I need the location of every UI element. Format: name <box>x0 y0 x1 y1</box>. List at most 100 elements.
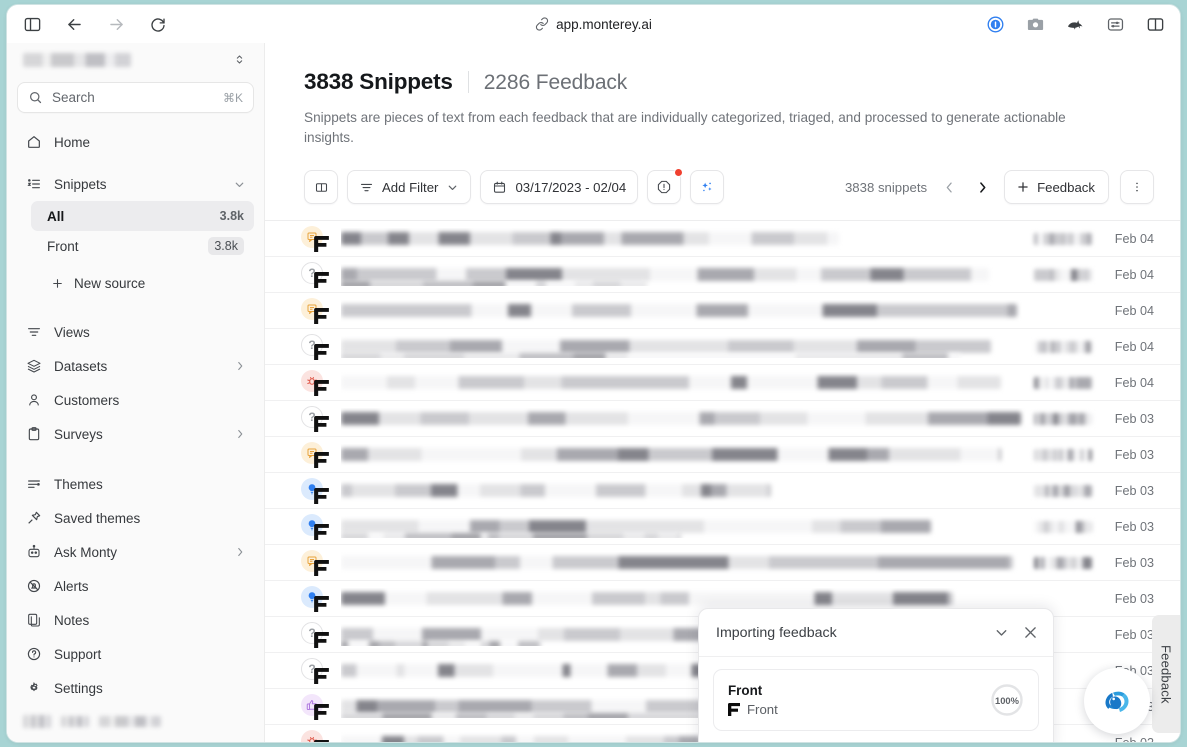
sidebar-item-themes[interactable]: Themes <box>17 467 254 501</box>
reload-icon[interactable] <box>145 11 171 37</box>
new-source-label: New source <box>74 275 146 291</box>
columns-toggle-button[interactable] <box>304 170 338 204</box>
redacted-line <box>341 375 1001 389</box>
table-row[interactable]: ? Feb 03 <box>265 401 1180 437</box>
close-icon[interactable] <box>1022 624 1039 641</box>
table-row[interactable]: Feb 04 <box>265 365 1180 401</box>
table-row[interactable]: ? Feb 04 <box>265 257 1180 293</box>
front-source-icon <box>314 451 329 468</box>
ai-assist-button[interactable] <box>690 170 725 204</box>
table-row[interactable]: Feb 04 <box>265 221 1180 257</box>
forward-icon[interactable] <box>103 11 129 37</box>
table-row[interactable]: ? Feb 04 <box>265 329 1180 365</box>
sidebar-item-snippets[interactable]: Snippets <box>17 167 254 201</box>
sidebar-item-alerts[interactable]: Alerts <box>17 569 254 603</box>
row-date: Feb 04 <box>1114 339 1154 354</box>
sidebar-item-surveys[interactable]: Surveys <box>17 417 254 451</box>
front-source-icon <box>314 343 329 360</box>
add-filter-button[interactable]: Add Filter <box>347 170 472 204</box>
new-source-button[interactable]: New source <box>31 267 254 299</box>
redacted-line <box>341 591 953 605</box>
monterey-chat-fab[interactable] <box>1084 668 1150 734</box>
sub-item-count: 3.8k <box>219 209 244 223</box>
rhino-icon[interactable] <box>1062 11 1088 37</box>
user-meta-redacted <box>99 716 161 727</box>
next-page-button[interactable] <box>971 174 993 200</box>
sidebar-item-notes[interactable]: Notes <box>17 603 254 637</box>
table-row[interactable]: Feb 04 <box>265 293 1180 329</box>
sidebar-item-label: Ask Monty <box>54 544 118 560</box>
more-options-button[interactable] <box>1120 170 1154 204</box>
plus-icon <box>51 277 64 290</box>
split-view-icon[interactable] <box>1142 11 1168 37</box>
sidebar-user-footer[interactable] <box>17 705 254 742</box>
row-snippet-text-redacted <box>341 516 1034 538</box>
sidebar-item-home[interactable]: Home <box>17 125 254 159</box>
import-job-source: Front <box>728 702 778 717</box>
redacted-line <box>341 411 1021 425</box>
front-source-icon <box>314 703 329 720</box>
import-job-card[interactable]: Front Front 100% <box>713 669 1039 731</box>
snippets-count-title: 3838 Snippets <box>304 69 453 94</box>
sidebar-item-label: Snippets <box>54 176 107 192</box>
sidebar-nav: Home Snippets All 3.8k Front 3.8k New so… <box>17 125 254 705</box>
sidebar-item-saved-themes[interactable]: Saved themes <box>17 501 254 535</box>
bell-off-icon <box>25 578 42 595</box>
sidebar-item-datasets[interactable]: Datasets <box>17 349 254 383</box>
screenshot-icon[interactable] <box>1022 11 1048 37</box>
workspace-name-redacted <box>23 52 131 67</box>
filter-icon <box>359 180 374 195</box>
row-tag-redacted <box>1034 305 1092 317</box>
chevron-down-icon[interactable] <box>993 624 1010 641</box>
monterey-logo-icon <box>1096 680 1138 722</box>
table-row[interactable]: Feb 03 <box>265 545 1180 581</box>
date-range-button[interactable]: 03/17/2023 - 02/04 <box>480 170 639 204</box>
main-content: 3838 Snippets 2286 Feedback Snippets are… <box>265 43 1180 742</box>
workspace-switcher[interactable] <box>17 45 254 74</box>
import-job-source-label: Front <box>747 702 778 717</box>
sidebar-item-label: Notes <box>54 612 90 628</box>
row-tag-redacted <box>1034 376 1092 389</box>
row-date: Feb 03 <box>1114 447 1154 462</box>
table-row[interactable]: Feb 03 <box>265 509 1180 545</box>
browser-window: app.monterey.ai Search ⌘K Home Snippets … <box>6 4 1181 743</box>
row-category-icon-group <box>301 729 329 742</box>
sidebar-item-snippets-all[interactable]: All 3.8k <box>31 201 254 231</box>
redacted-line <box>341 280 647 286</box>
chevron-right-icon <box>234 428 246 440</box>
search-placeholder: Search <box>52 90 95 105</box>
table-row[interactable]: Feb 03 <box>265 437 1180 473</box>
sidebar-item-support[interactable]: Support <box>17 637 254 671</box>
redacted-line <box>341 231 839 245</box>
redacted-line <box>341 532 681 538</box>
sidebar-item-label: Surveys <box>54 426 103 442</box>
browser-nav-controls <box>19 11 171 37</box>
sidebar-item-customers[interactable]: Customers <box>17 383 254 417</box>
row-date: Feb 03 <box>1114 483 1154 498</box>
row-tag-redacted <box>1034 232 1092 245</box>
1password-icon[interactable] <box>982 11 1008 37</box>
sidebar-item-views[interactable]: Views <box>17 315 254 349</box>
sidebar-toggle-icon[interactable] <box>19 11 45 37</box>
row-date: Feb 03 <box>1114 555 1154 570</box>
search-input[interactable]: Search ⌘K <box>17 82 254 113</box>
table-row[interactable]: Feb 03 <box>265 473 1180 509</box>
import-progress-label: 100% <box>995 694 1019 706</box>
sidebar-item-label: Views <box>54 324 90 340</box>
feedback-side-tab[interactable]: Feedback <box>1152 615 1180 733</box>
row-category-icon-group <box>301 225 329 253</box>
sidebar-item-ask-monty[interactable]: Ask Monty <box>17 535 254 569</box>
redacted-line <box>341 735 741 742</box>
row-tag-redacted <box>1034 268 1092 281</box>
back-icon[interactable] <box>61 11 87 37</box>
row-tag-redacted <box>1034 556 1092 569</box>
sidebar-item-snippets-front[interactable]: Front 3.8k <box>31 231 254 261</box>
alert-settings-button[interactable] <box>647 168 684 204</box>
prev-page-button[interactable] <box>938 174 960 200</box>
feedback-count-title: 2286 Feedback <box>483 71 628 94</box>
layers-icon <box>25 358 42 375</box>
sidebar-item-settings[interactable]: Settings <box>17 671 254 705</box>
row-category-icon-group <box>301 369 329 397</box>
reader-icon[interactable] <box>1102 11 1128 37</box>
add-feedback-button[interactable]: Feedback <box>1004 170 1109 204</box>
